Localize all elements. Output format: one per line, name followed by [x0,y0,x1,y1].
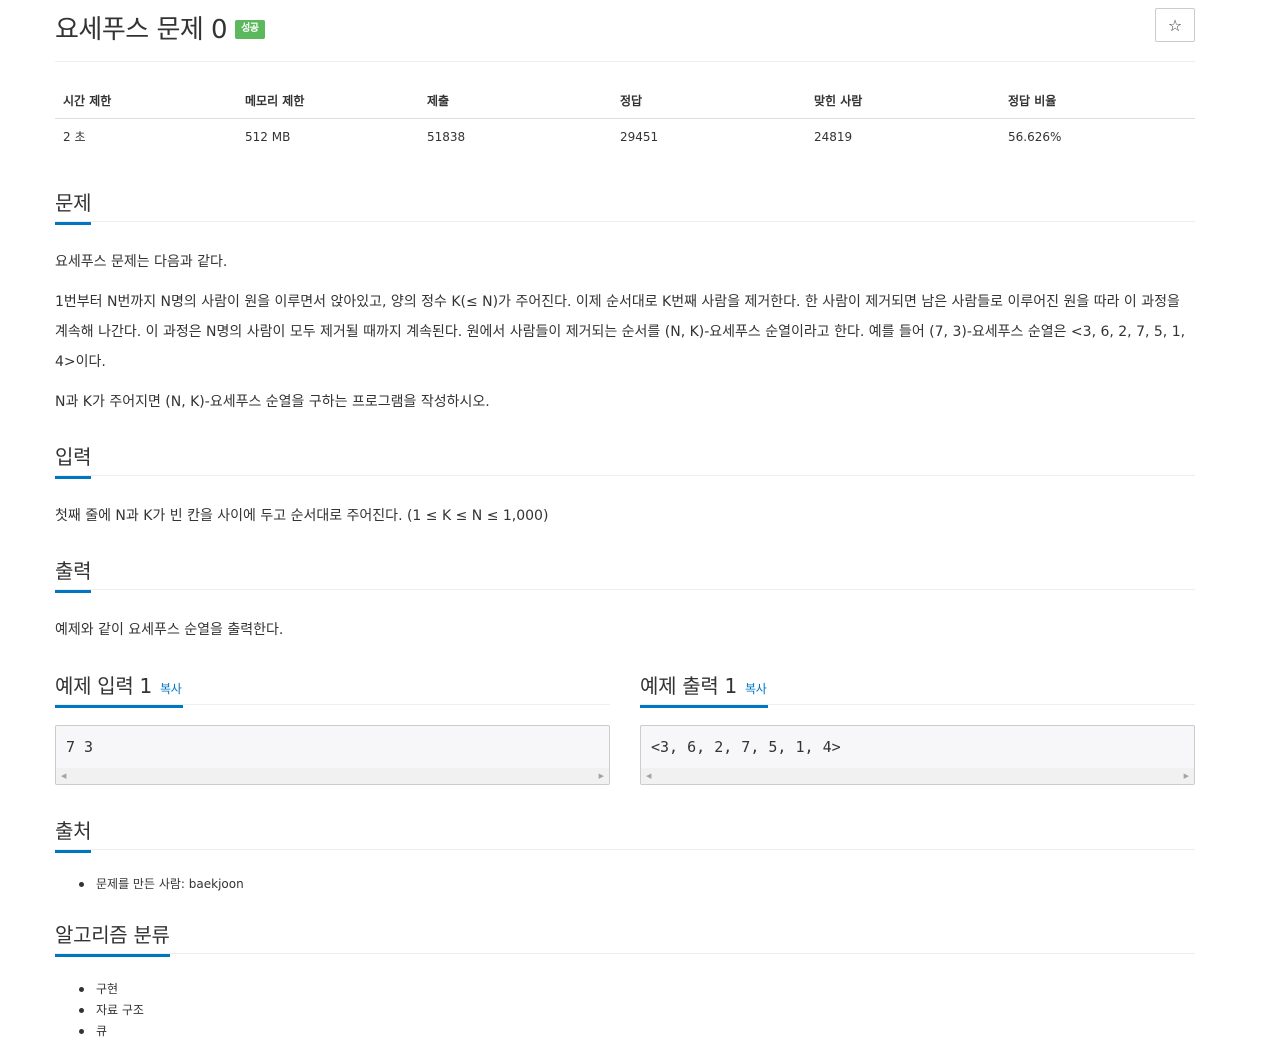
sample-output-section: 예제 출력 1 복사 <3, 6, 2, 7, 5, 1, 4> ◀ ▶ [640,665,1195,785]
section-title-sample-input: 예제 입력 1 복사 [55,670,184,708]
status-badge: 성공 [235,20,265,39]
problem-description-section: 문제 요세푸스 문제는 다음과 같다. 1번부터 N번까지 N명의 사람이 원을… [55,182,1195,417]
section-headline: 입력 [55,436,1195,479]
problem-paragraph: 1번부터 N번까지 N명의 사람이 원을 이루면서 앉아있고, 양의 정수 K(… [55,294,1186,370]
submissions-value: 51838 [427,129,466,144]
accepted-value: 29451 [620,129,659,144]
tag-item[interactable]: 구현 [79,979,1195,1000]
copy-sample-input-button[interactable]: 복사 [160,682,182,696]
problem-title-text: 요세푸스 문제 0 [55,15,228,45]
problem-title: 요세푸스 문제 0 성공 [55,9,265,46]
tag-list: 구현 자료 구조 큐 [79,979,1195,1039]
scroll-left-icon[interactable]: ◀ [646,772,651,780]
tag-item[interactable]: 큐 [79,1021,1195,1039]
sample-output-content: <3, 6, 2, 7, 5, 1, 4> [651,738,841,756]
sample-output-heading: 예제 출력 1 [640,674,737,698]
horizontal-scrollbar[interactable]: ◀ ▶ [641,768,1194,784]
copy-sample-output-button[interactable]: 복사 [745,682,767,696]
table-header-accepted: 정답 [612,83,806,119]
problem-paragraph: N과 K가 주어지면 (N, K)-요세푸스 순열을 구하는 프로그램을 작성하… [55,394,490,410]
section-title-tags: 알고리즘 분류 [55,919,170,957]
scroll-right-icon[interactable]: ▶ [599,772,604,780]
section-headline: 문제 [55,182,1195,225]
sample-input-section: 예제 입력 1 복사 7 3 ◀ ▶ [55,665,610,785]
table-header-row: 시간 제한 메모리 제한 제출 정답 맞힌 사람 정답 비율 [55,83,1195,119]
samples-row: 예제 입력 1 복사 7 3 ◀ ▶ 예제 출력 1 복사 <3, 6, 2, 7,… [55,665,1195,795]
sample-output-box[interactable]: <3, 6, 2, 7, 5, 1, 4> ◀ ▶ [640,725,1195,785]
table-header-solved-users: 맞힌 사람 [806,83,1000,119]
table-header-submissions: 제출 [419,83,612,119]
input-section: 입력 첫째 줄에 N과 K가 빈 칸을 사이에 두고 순서대로 주어진다. (1… [55,436,1195,531]
problem-header: 요세푸스 문제 0 성공 ☆ [55,0,1195,62]
memory-limit-value: 512 MB [245,129,291,144]
section-title-source: 출처 [55,815,92,853]
solved-users-value: 24819 [814,129,853,144]
output-description: 예제와 같이 요세푸스 순열을 출력한다. [55,622,284,638]
time-limit-value: 2 초 [63,130,86,145]
problem-info-table: 시간 제한 메모리 제한 제출 정답 맞힌 사람 정답 비율 2 초 512 M… [55,83,1195,155]
list-item: 문제를 만든 사람: baekjoon [79,874,1195,895]
source-section: 출처 문제를 만든 사람: baekjoon [55,810,1195,895]
source-list: 문제를 만든 사람: baekjoon [79,874,1195,895]
section-headline: 출처 [55,810,1195,853]
section-title-sample-output: 예제 출력 1 복사 [640,670,769,708]
section-headline: 출력 [55,550,1195,593]
accept-rate-value: 56.626% [1008,129,1062,144]
table-row: 2 초 512 MB 51838 29451 24819 56.626% [55,119,1195,155]
horizontal-scrollbar[interactable]: ◀ ▶ [56,768,609,784]
section-headline: 알고리즘 분류 [55,914,1195,957]
table-header-accept-rate: 정답 비율 [1000,83,1195,119]
problem-container: 요세푸스 문제 0 성공 ☆ 시간 제한 메모리 제한 제출 정답 맞힌 사람 … [55,0,1195,1038]
input-description: 첫째 줄에 N과 K가 빈 칸을 사이에 두고 순서대로 주어진다. (1 ≤ … [55,508,549,524]
output-section: 출력 예제와 같이 요세푸스 순열을 출력한다. [55,550,1195,645]
table-header-memory-limit: 메모리 제한 [237,83,419,119]
sample-input-heading: 예제 입력 1 [55,674,152,698]
star-icon: ☆ [1167,15,1183,35]
problem-description: 요세푸스 문제는 다음과 같다. 1번부터 N번까지 N명의 사람이 원을 이루… [55,247,1195,417]
sample-input-content: 7 3 [66,738,94,756]
favorite-star-button[interactable]: ☆ [1155,8,1195,42]
table-header-time-limit: 시간 제한 [55,83,237,119]
section-headline: 예제 입력 1 복사 [55,665,610,708]
section-headline: 예제 출력 1 복사 [640,665,1195,708]
tag-item[interactable]: 자료 구조 [79,1000,1195,1021]
section-title-input: 입력 [55,441,92,479]
sample-input-box[interactable]: 7 3 ◀ ▶ [55,725,610,785]
section-title-output: 출력 [55,555,92,593]
section-title-problem: 문제 [55,187,92,225]
scroll-right-icon[interactable]: ▶ [1184,772,1189,780]
problem-paragraph: 요세푸스 문제는 다음과 같다. [55,254,228,270]
algorithm-tags-section: 알고리즘 분류 구현 자료 구조 큐 [55,914,1195,1039]
scroll-left-icon[interactable]: ◀ [61,772,66,780]
